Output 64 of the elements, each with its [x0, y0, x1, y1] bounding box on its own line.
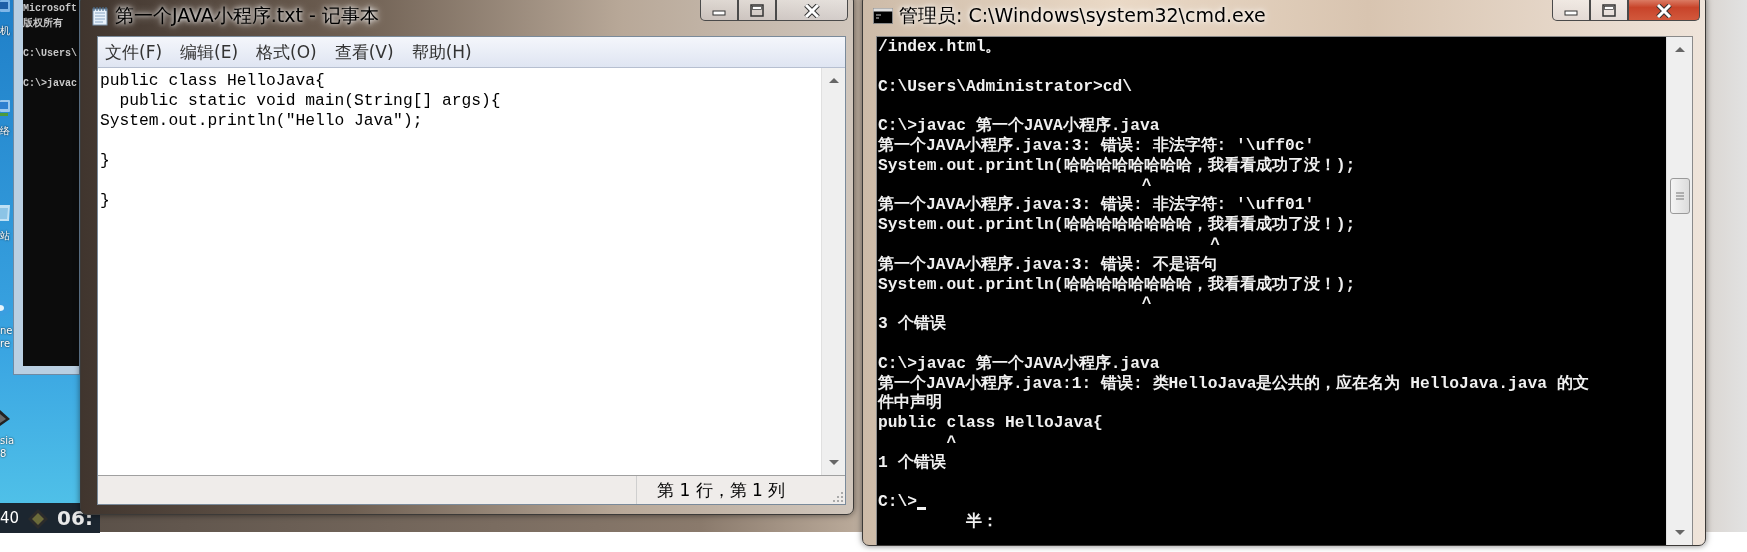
scroll-down-icon: [827, 459, 840, 467]
clock-text: 40: [0, 509, 20, 527]
window-title: 管理员: C:\Windows\system32\cmd.exe: [899, 2, 1266, 28]
console-line: /index.html。: [878, 37, 1002, 57]
console-line: System.out.println(哈哈哈哈哈哈哈哈，我看看成功了没！);: [878, 155, 1356, 176]
console-icon: [873, 7, 893, 24]
editor-text[interactable]: public class HelloJava{ public static void main(String[] args){ System.out.println("Hello Java"); } }: [98, 68, 821, 475]
close-button[interactable]: [1628, 0, 1700, 21]
icon-label: 机: [0, 24, 10, 37]
console-line: 半：: [965, 512, 998, 532]
scroll-down-icon: [1673, 529, 1686, 537]
notepad-icon: [91, 5, 109, 26]
console-line: C:\>javac 第一个JAVA小程序.java: [878, 353, 1160, 374]
console-line: C:\>javac 第一个JAVA小程序.java: [878, 116, 1160, 136]
console-line: C:\>: [878, 492, 918, 513]
close-icon: [802, 3, 822, 18]
scrollbar[interactable]: [821, 68, 845, 475]
console-line: System.out.println(哈哈哈哈哈哈哈哈，我看看成功了没！);: [878, 215, 1356, 235]
scroll-up-icon: [1673, 45, 1686, 53]
maximize-button[interactable]: [1590, 0, 1628, 21]
close-button[interactable]: [776, 0, 848, 21]
console-line: C:\>javac: [23, 77, 78, 91]
window-title: 第一个JAVA小程序.txt - 记事本: [115, 2, 379, 28]
console-line: 第一个JAVA小程序.java:3: 错误: 不是语句: [878, 254, 1217, 275]
icon-label: 站: [0, 229, 10, 242]
console-line: ^: [1141, 294, 1152, 315]
minimize-button[interactable]: [700, 0, 738, 21]
scrollbar[interactable]: [1666, 37, 1692, 545]
icon-label: ne re: [0, 324, 13, 350]
console-line: 第一个JAVA小程序.java:3: 错误: 非法字符: '\uff0c': [878, 136, 1315, 156]
console-line: 件中声明: [878, 393, 942, 414]
console-line: C:\Users\Administrator>cd\: [878, 76, 1133, 97]
console-line: 1 个错误: [878, 452, 946, 473]
desktop-icon: [0, 205, 10, 221]
menu-item[interactable]: 查看(V): [332, 40, 396, 64]
console-line: 第一个JAVA小程序.java:3: 错误: 非法字符: '\uff01': [878, 195, 1315, 215]
desktop-icon: [0, 100, 10, 116]
console-line: C:\Users\: [23, 47, 78, 61]
desktop-icon: [0, 410, 10, 426]
grip-icon: [1675, 192, 1684, 200]
console-line: 第一个JAVA小程序.java:1: 错误: 类HelloJava是公共的，应在名为 HelloJava.java 的文: [878, 373, 1589, 393]
console-line: ^: [1141, 175, 1152, 196]
console-line: ^: [946, 432, 957, 453]
maximize-icon: [1601, 3, 1617, 18]
maximize-button[interactable]: [738, 0, 776, 21]
close-icon: [1654, 3, 1674, 18]
menu-item[interactable]: 文件(F): [103, 40, 165, 64]
console-line: public class HelloJava{: [878, 413, 1103, 433]
console-line: Microsoft: [23, 2, 78, 16]
menu-item[interactable]: 编辑(E): [178, 40, 241, 64]
scroll-up-icon: [827, 76, 840, 84]
taskbar-text: 06:: [57, 506, 93, 530]
maximize-icon: [749, 3, 765, 18]
icon-label: 络: [0, 124, 10, 137]
menu-item[interactable]: 格式(O): [254, 40, 319, 64]
scroll-thumb[interactable]: [1669, 178, 1690, 214]
console-line: 3 个错误: [878, 314, 946, 334]
icon-label: sia 8: [0, 434, 15, 460]
console-line: 版权所有: [23, 16, 64, 31]
console-line: System.out.println(哈哈哈哈哈哈哈哈，我看看成功了没！);: [878, 274, 1356, 295]
status-text: 第 1 行，第 1 列: [657, 478, 786, 502]
console-line: ^: [1210, 234, 1220, 255]
menu-item[interactable]: 帮助(H): [409, 40, 474, 64]
minimize-button[interactable]: [1552, 0, 1590, 21]
